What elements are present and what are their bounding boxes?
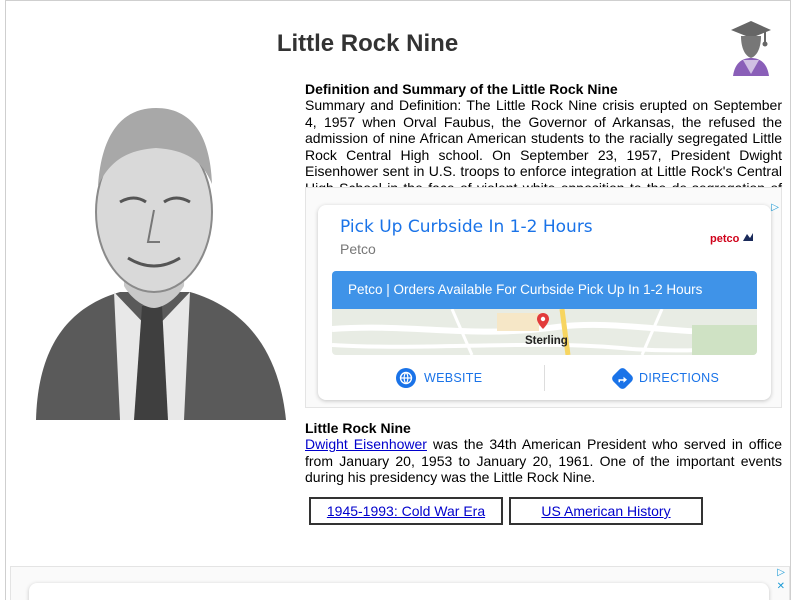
- petco-paw-icon: [743, 233, 754, 241]
- graduate-logo-icon: [731, 21, 771, 76]
- definition-heading: Definition and Summary of the Little Roc…: [305, 81, 618, 97]
- eisenhower-portrait: [16, 80, 294, 420]
- us-american-history-link[interactable]: US American History: [541, 503, 670, 519]
- ad-banner[interactable]: Petco | Orders Available For Curbside Pi…: [332, 271, 757, 309]
- bottom-ad-close-icon[interactable]: ✕: [777, 581, 785, 592]
- cold-war-era-link[interactable]: 1945-1993: Cold War Era: [327, 503, 485, 519]
- website-button[interactable]: WEBSITE: [396, 365, 482, 391]
- directions-button-label: DIRECTIONS: [639, 371, 720, 385]
- adchoices-icon[interactable]: ▷: [771, 202, 779, 213]
- ad-unit[interactable]: ▷ Pick Up Curbside In 1-2 Hours Petco pe…: [305, 187, 782, 408]
- petco-logo-text: petco: [710, 233, 740, 245]
- map-pin-icon: [537, 313, 549, 329]
- page-title: Little Rock Nine: [276, 30, 459, 57]
- cold-war-era-button[interactable]: 1945-1993: Cold War Era: [309, 497, 503, 525]
- ad-headline[interactable]: Pick Up Curbside In 1-2 Hours: [340, 217, 593, 237]
- map-location-label: Sterling: [525, 335, 568, 347]
- globe-icon: [396, 368, 416, 388]
- directions-button[interactable]: DIRECTIONS: [610, 365, 720, 391]
- us-american-history-button[interactable]: US American History: [509, 497, 703, 525]
- directions-icon: [610, 365, 635, 391]
- petco-logo: petco: [710, 232, 754, 245]
- little-rock-heading: Little Rock Nine: [305, 420, 411, 436]
- bottom-ad-card[interactable]: [29, 583, 769, 600]
- ad-card[interactable]: Pick Up Curbside In 1-2 Hours Petco petc…: [318, 205, 771, 400]
- little-rock-text: Dwight Eisenhower was the 34th American …: [305, 436, 782, 486]
- ad-advertiser: Petco: [340, 241, 376, 257]
- website-button-label: WEBSITE: [424, 371, 483, 385]
- ad-action-divider: [544, 365, 545, 391]
- eisenhower-link[interactable]: Dwight Eisenhower: [305, 436, 427, 452]
- bottom-ad-unit[interactable]: ▷ ✕: [10, 566, 790, 600]
- bottom-adchoices-icon[interactable]: ▷: [777, 567, 785, 578]
- ad-map[interactable]: Sterling: [332, 309, 757, 355]
